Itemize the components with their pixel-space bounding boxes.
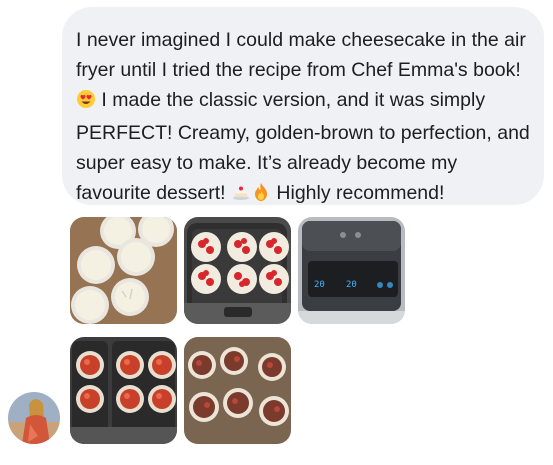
message-line-2: fryer until I tried the recipe from Chef… <box>76 59 521 81</box>
message-line-4: PERFECT! Creamy, golden-brown to perfect… <box>76 122 530 144</box>
fire-emoji-icon <box>251 181 271 211</box>
message-line-3: I made the classic version, and it was s… <box>101 89 486 111</box>
sender-avatar[interactable] <box>8 392 60 444</box>
message-bubble[interactable]: I never imagined I could make cheesecake… <box>62 7 544 205</box>
message-line-6b: Highly recommend! <box>276 182 445 204</box>
photo-cheesecake-batter-cups[interactable] <box>70 217 177 324</box>
photo-baked-cheesecakes-table[interactable] <box>184 337 291 444</box>
chat-message-container: I never imagined I could make cheesecake… <box>0 0 553 465</box>
photo-baked-cheesecakes-basket[interactable] <box>70 337 177 444</box>
message-text: I never imagined I could make cheesecake… <box>76 25 534 211</box>
message-line-6a: favourite dessert! <box>76 182 226 204</box>
cake-emoji-icon <box>231 181 251 211</box>
message-line-1: I never imagined I could make cheesecake… <box>76 29 526 51</box>
display-readout-left: 20 <box>314 280 325 290</box>
heart-eyes-emoji-icon <box>76 88 96 118</box>
display-readout-right: 20 <box>346 280 357 290</box>
photo-air-fryer-display[interactable]: 20 20 <box>298 217 405 324</box>
message-line-5: super easy to make. It’s already become … <box>76 152 458 174</box>
photo-strawberry-cheesecakes-basket[interactable] <box>184 217 291 324</box>
